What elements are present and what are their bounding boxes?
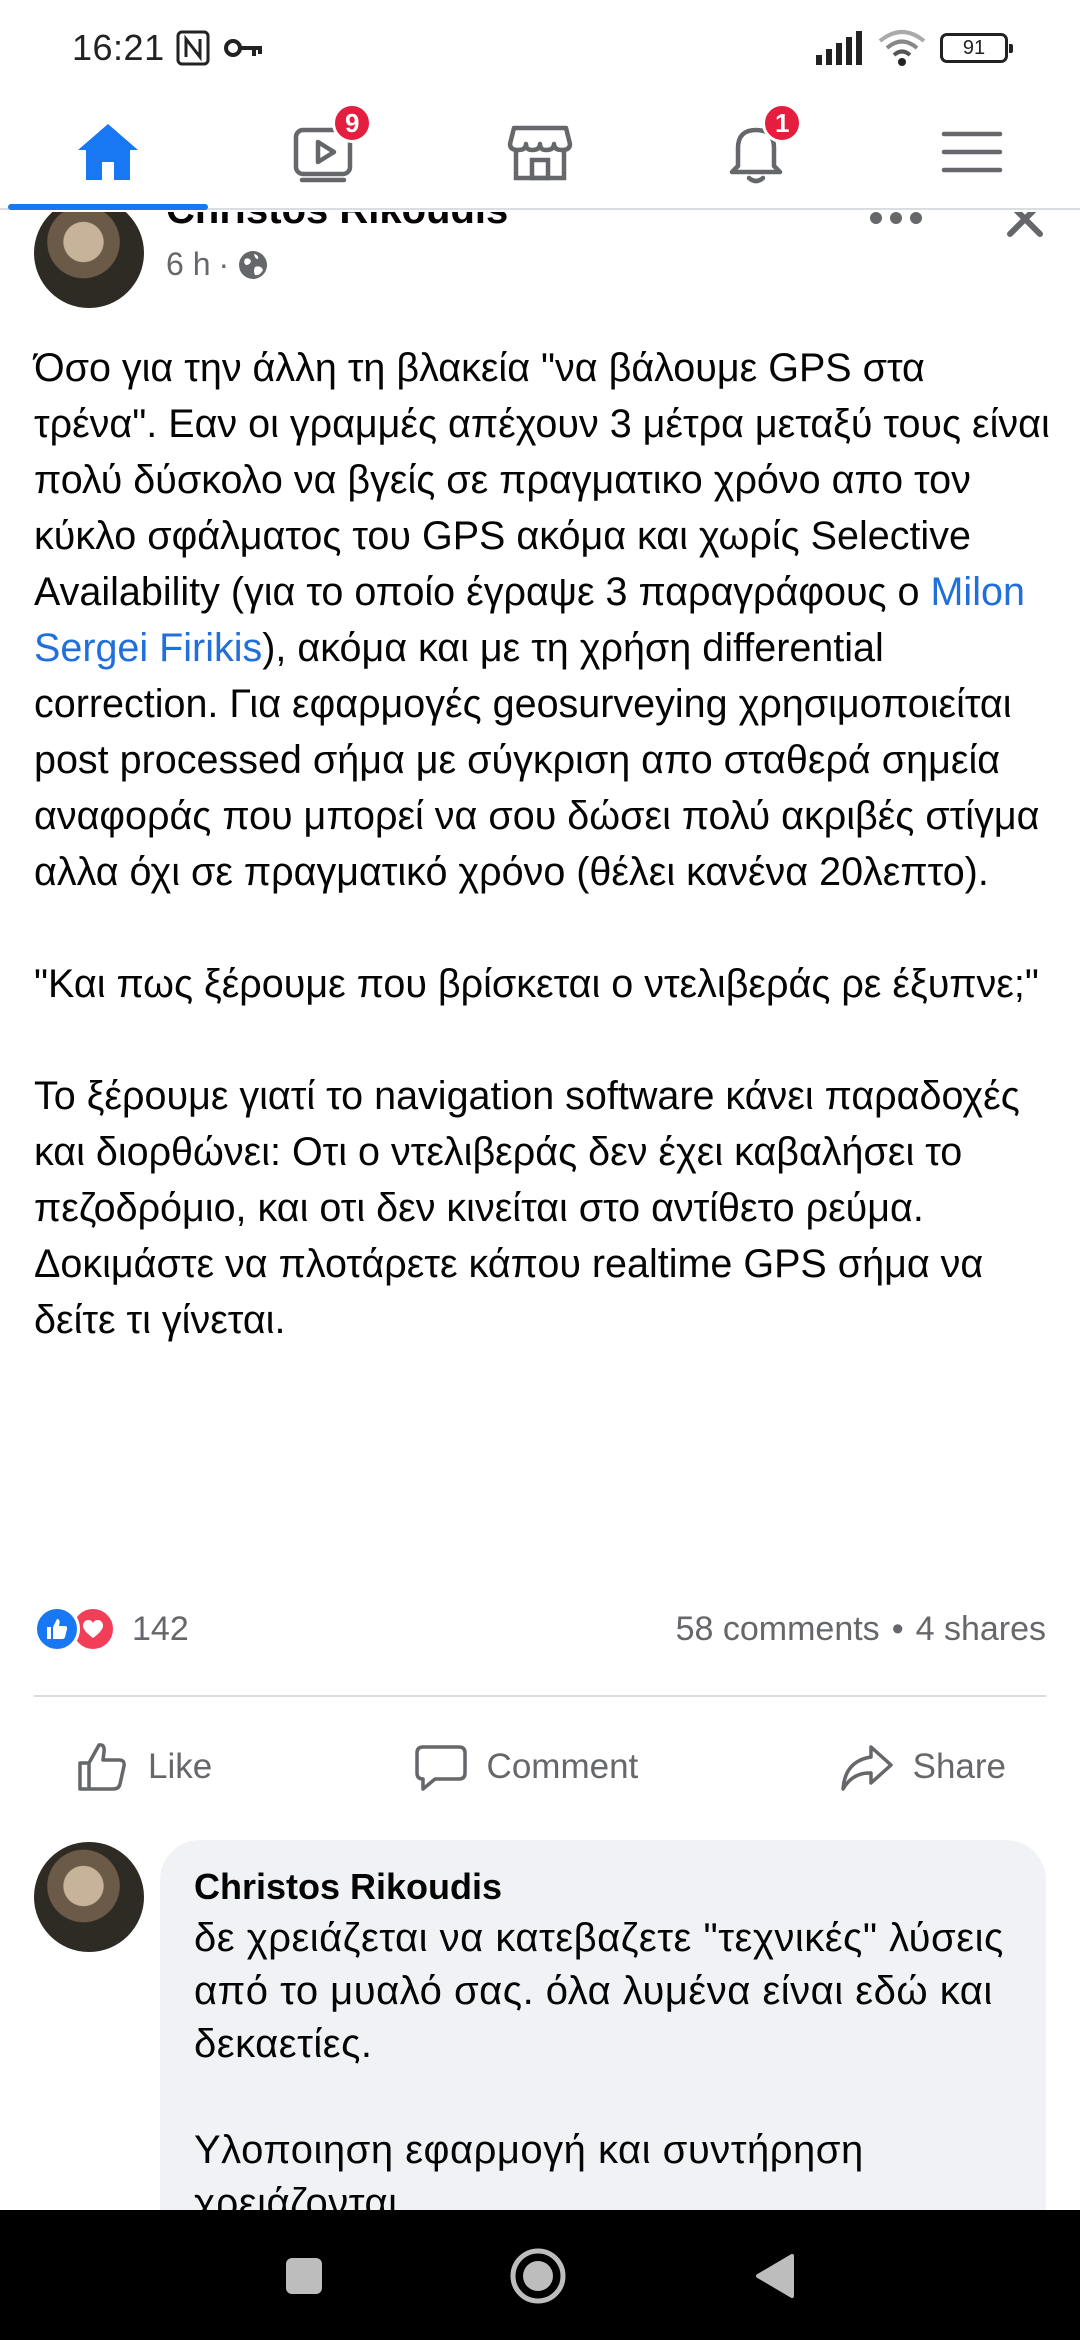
post-text-part-1: Όσο για την άλλη τη βλακεία "να βάλουμε … bbox=[34, 346, 1061, 614]
meta-separator: · bbox=[218, 246, 230, 282]
reactions-row: 142 58 comments • 4 shares bbox=[34, 1604, 1046, 1656]
share-icon bbox=[840, 1745, 893, 1791]
nav-marketplace-tab[interactable] bbox=[432, 95, 648, 208]
battery-level: 91 bbox=[962, 36, 986, 59]
post-time[interactable]: 6 h bbox=[166, 246, 210, 283]
reaction-count[interactable]: 142 bbox=[132, 1610, 189, 1649]
status-bar: 16:21 91 bbox=[0, 0, 1080, 95]
like-label: Like bbox=[148, 1747, 213, 1786]
comment-avatar[interactable] bbox=[34, 1842, 144, 1952]
post-meta: 6 h · bbox=[166, 246, 269, 283]
notifications-badge: 1 bbox=[762, 103, 803, 143]
nfc-icon bbox=[176, 30, 210, 66]
nav-notifications-tab[interactable]: 1 bbox=[648, 95, 864, 208]
post-author[interactable]: Christos Rikoudis bbox=[166, 212, 508, 233]
nav-home-tab[interactable] bbox=[0, 95, 216, 210]
share-button[interactable]: Share bbox=[799, 1722, 1046, 1812]
watch-badge: 9 bbox=[332, 103, 373, 143]
post-body: Όσο για την άλλη τη βλακεία "να βάλουμε … bbox=[34, 340, 1054, 1348]
wifi-icon bbox=[878, 30, 926, 66]
shares-count[interactable]: 4 shares bbox=[916, 1610, 1046, 1649]
hamburger-menu-icon bbox=[941, 131, 1003, 172]
like-reaction-icon bbox=[34, 1606, 80, 1652]
comments-count[interactable]: 58 comments bbox=[676, 1610, 880, 1649]
globe-icon bbox=[239, 250, 268, 279]
feed-content: Christos Rikoudis 6 h · Όσο για την άλλη… bbox=[0, 212, 1080, 2212]
home-circle-icon bbox=[510, 2248, 566, 2304]
back-triangle-icon bbox=[756, 2254, 794, 2298]
more-options-icon[interactable] bbox=[868, 212, 924, 228]
nav-menu-tab[interactable] bbox=[864, 95, 1080, 208]
close-icon[interactable] bbox=[1000, 212, 1050, 244]
post-actions: Like Comment Share bbox=[34, 1722, 1046, 1812]
home-icon bbox=[78, 123, 138, 180]
back-button[interactable] bbox=[744, 2246, 804, 2306]
thumbs-up-icon bbox=[78, 1743, 126, 1791]
top-navigation: 9 1 bbox=[0, 95, 1080, 210]
shop-icon bbox=[507, 125, 573, 180]
home-button[interactable] bbox=[508, 2246, 568, 2306]
active-tab-indicator bbox=[8, 204, 208, 210]
recents-square-icon bbox=[286, 2258, 322, 2294]
stats-separator: • bbox=[891, 1610, 904, 1648]
engagement-stats: 58 comments • 4 shares bbox=[676, 1610, 1046, 1649]
avatar[interactable] bbox=[34, 212, 144, 308]
signal-icon bbox=[816, 31, 862, 65]
status-time: 16:21 bbox=[72, 27, 165, 68]
nav-watch-tab[interactable]: 9 bbox=[216, 95, 432, 208]
like-button[interactable]: Like bbox=[34, 1722, 252, 1812]
reaction-icons[interactable] bbox=[34, 1606, 116, 1652]
divider bbox=[34, 1695, 1046, 1697]
comment-author[interactable]: Christos Rikoudis bbox=[194, 1862, 1012, 1912]
share-label: Share bbox=[912, 1747, 1006, 1786]
comment-bubble[interactable]: Christos Rikoudis δε χρειάζεται να κατεβ… bbox=[160, 1840, 1046, 2212]
post-text-part-2: ), ακόμα και με τη χρήση differential co… bbox=[34, 626, 1040, 1342]
comment-icon bbox=[414, 1745, 467, 1791]
battery-icon: 91 bbox=[940, 33, 1013, 63]
comment-text: δε χρειάζεται να κατεβαζετε "τεχνικές" λ… bbox=[194, 1916, 1004, 2212]
recents-button[interactable] bbox=[274, 2246, 334, 2306]
post-header: Christos Rikoudis 6 h · bbox=[0, 212, 1080, 338]
key-icon bbox=[224, 39, 262, 57]
comment-button[interactable]: Comment bbox=[373, 1722, 679, 1812]
system-navigation-bar bbox=[0, 2210, 1080, 2340]
comment-label: Comment bbox=[486, 1747, 639, 1786]
